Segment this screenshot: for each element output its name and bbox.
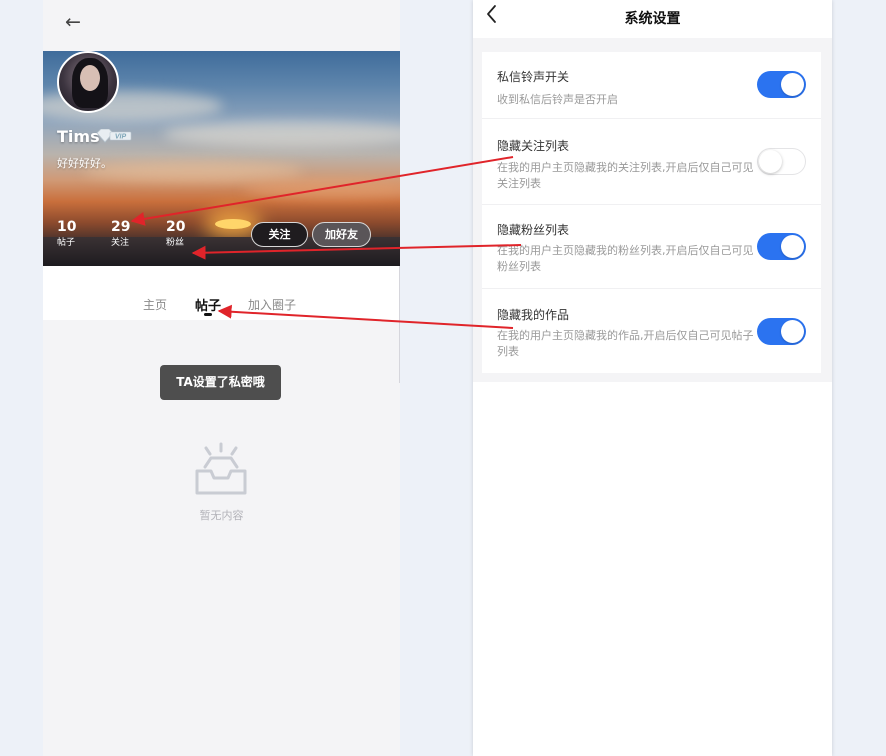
setting-title: 隐藏粉丝列表 bbox=[497, 223, 570, 237]
top-bar: ← bbox=[43, 0, 400, 51]
profile-tabs: 主页 帖子 加入圈子 bbox=[43, 266, 400, 320]
setting-title: 私信铃声开关 bbox=[497, 70, 570, 84]
stat-following-label: 关注 bbox=[111, 238, 130, 248]
stat-following[interactable]: 29 关注 bbox=[111, 219, 151, 249]
tab-posts[interactable]: 帖子 bbox=[195, 295, 221, 314]
vip-label: VIP bbox=[115, 134, 127, 141]
hide-followers-toggle[interactable] bbox=[757, 233, 806, 260]
settings-body: 私信铃声开关 收到私信后铃声是否开启 隐藏关注列表 在我的用户主页隐藏我的关注列… bbox=[473, 38, 832, 382]
tab-home[interactable]: 主页 bbox=[143, 296, 167, 313]
setting-row-hide-works: 隐藏我的作品 在我的用户主页隐藏我的作品,开启后仅自己可见帖子列表 bbox=[482, 289, 821, 373]
setting-desc: 在我的用户主页隐藏我的粉丝列表,开启后仅自己可见粉丝列表 bbox=[497, 244, 754, 273]
setting-row-hide-following: 隐藏关注列表 在我的用户主页隐藏我的关注列表,开启后仅自己可见关注列表 bbox=[482, 119, 821, 205]
vip-diamond-icon: VIP bbox=[96, 129, 132, 143]
divider bbox=[399, 266, 400, 383]
stat-followers[interactable]: 20 粉丝 bbox=[166, 219, 206, 249]
empty-text: 暂无内容 bbox=[199, 509, 244, 522]
settings-screen: 系统设置 私信铃声开关 收到私信后铃声是否开启 隐藏关注列表 在我的用户主页隐藏… bbox=[473, 0, 832, 756]
setting-row-message-ringtone: 私信铃声开关 收到私信后铃声是否开启 bbox=[482, 52, 821, 119]
setting-desc: 收到私信后铃声是否开启 bbox=[497, 93, 618, 106]
stat-following-value: 29 bbox=[111, 219, 131, 235]
back-arrow-icon[interactable]: ← bbox=[65, 12, 89, 32]
settings-header: 系统设置 bbox=[473, 0, 832, 38]
username: Tims bbox=[57, 127, 100, 146]
setting-desc: 在我的用户主页隐藏我的作品,开启后仅自己可见帖子列表 bbox=[497, 329, 754, 358]
sunset-sun bbox=[215, 219, 251, 229]
follow-button[interactable]: 关注 bbox=[251, 222, 308, 247]
tab-active-indicator bbox=[204, 313, 212, 316]
add-friend-button[interactable]: 加好友 bbox=[312, 222, 371, 247]
setting-title: 隐藏我的作品 bbox=[497, 308, 570, 322]
stat-posts-value: 10 bbox=[57, 219, 77, 235]
hide-following-toggle[interactable] bbox=[757, 148, 806, 175]
avatar[interactable] bbox=[57, 51, 119, 113]
stat-posts[interactable]: 10 帖子 bbox=[57, 219, 97, 249]
private-toast: TA设置了私密哦 bbox=[160, 365, 281, 400]
empty-inbox-icon bbox=[195, 442, 247, 495]
bio: 好好好好。 bbox=[57, 157, 112, 170]
profile-screen: ← Tims VIP 好好好好。 10 帖子 29 关注 20 粉丝 关注 加好… bbox=[43, 0, 400, 756]
stat-followers-label: 粉丝 bbox=[166, 238, 185, 248]
page-title: 系统设置 bbox=[624, 11, 681, 27]
setting-desc: 在我的用户主页隐藏我的关注列表,开启后仅自己可见关注列表 bbox=[497, 161, 754, 190]
settings-list: 私信铃声开关 收到私信后铃声是否开启 隐藏关注列表 在我的用户主页隐藏我的关注列… bbox=[482, 52, 821, 373]
stat-followers-value: 20 bbox=[166, 219, 186, 235]
hide-works-toggle[interactable] bbox=[757, 318, 806, 345]
profile-header: Tims VIP 好好好好。 10 帖子 29 关注 20 粉丝 关注 加好友 bbox=[43, 51, 400, 266]
setting-title: 隐藏关注列表 bbox=[497, 139, 570, 153]
setting-row-hide-followers: 隐藏粉丝列表 在我的用户主页隐藏我的粉丝列表,开启后仅自己可见粉丝列表 bbox=[482, 205, 821, 289]
stat-posts-label: 帖子 bbox=[57, 238, 76, 248]
message-ringtone-toggle[interactable] bbox=[757, 71, 806, 98]
tab-join-circle[interactable]: 加入圈子 bbox=[248, 296, 296, 313]
